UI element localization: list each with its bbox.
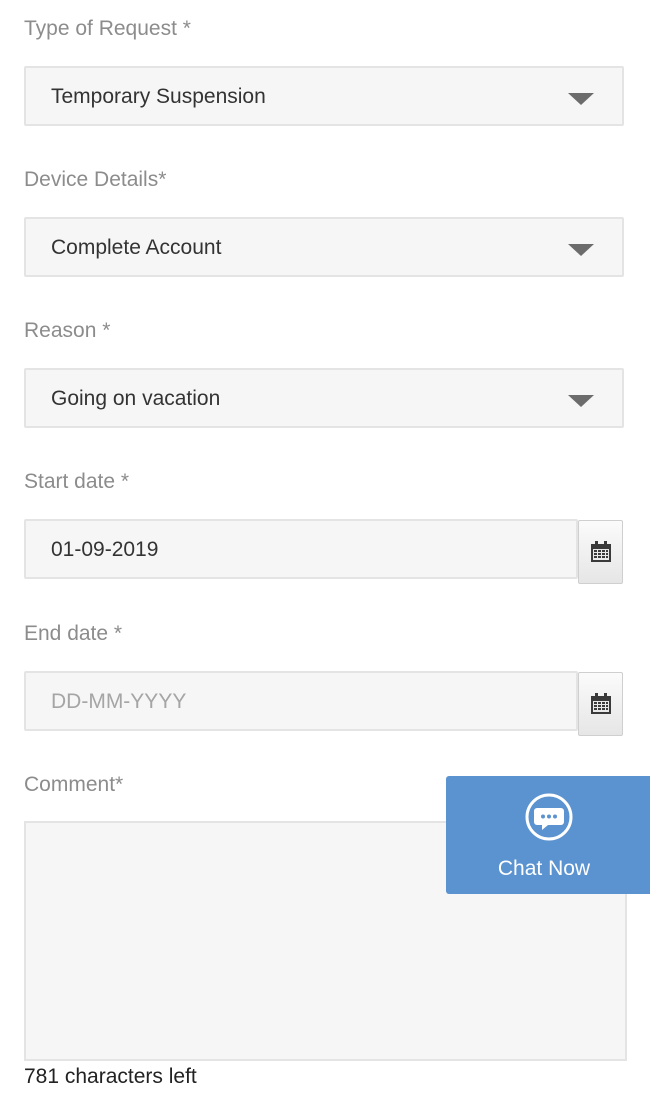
device-details-select[interactable]: Complete Account: [24, 217, 624, 277]
start-date-label: Start date *: [24, 470, 130, 493]
chevron-down-icon: [568, 93, 594, 105]
start-date-input[interactable]: 01-09-2019: [24, 519, 578, 579]
end-date-label: End date *: [24, 622, 123, 645]
comment-label: Comment*: [24, 773, 124, 796]
chat-bubble-icon: [525, 793, 573, 841]
calendar-icon: [590, 541, 611, 562]
reason-label: Reason *: [24, 319, 111, 342]
chevron-down-icon: [568, 395, 594, 407]
reason-value: Going on vacation: [51, 387, 221, 410]
start-date-calendar-button[interactable]: [578, 520, 623, 584]
start-date-value: 01-09-2019: [51, 538, 159, 561]
end-date-calendar-button[interactable]: [578, 672, 623, 736]
type-of-request-value: Temporary Suspension: [51, 85, 266, 108]
device-details-value: Complete Account: [51, 236, 222, 259]
chat-now-label: Chat Now: [497, 857, 591, 880]
calendar-icon: [590, 693, 611, 714]
type-of-request-label: Type of Request *: [24, 17, 191, 40]
characters-left-counter: 781 characters left: [24, 1065, 197, 1088]
chevron-down-icon: [568, 244, 594, 256]
request-form-page: Type of Request * Temporary Suspension D…: [0, 0, 650, 1112]
type-of-request-select[interactable]: Temporary Suspension: [24, 66, 624, 126]
chat-now-button[interactable]: Chat Now: [446, 776, 650, 894]
end-date-input[interactable]: DD-MM-YYYY: [24, 671, 578, 731]
reason-select[interactable]: Going on vacation: [24, 368, 624, 428]
device-details-label: Device Details*: [24, 168, 167, 191]
end-date-placeholder: DD-MM-YYYY: [51, 690, 187, 713]
